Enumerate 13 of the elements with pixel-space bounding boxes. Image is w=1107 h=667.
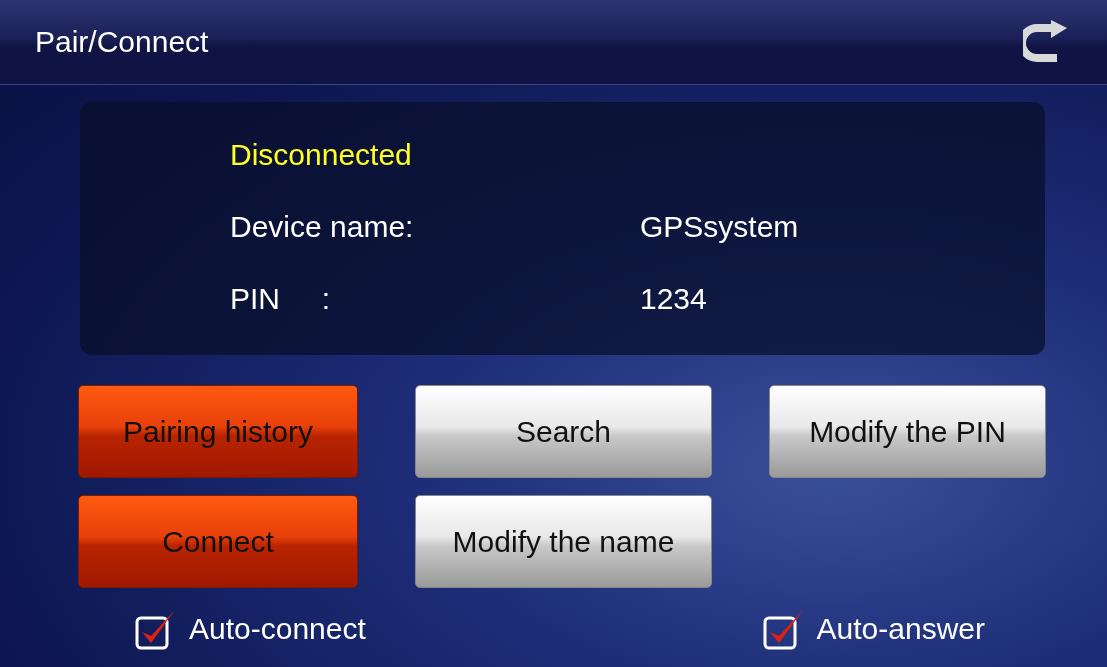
info-label: Device name: [230,210,415,244]
return-arrow-icon [1023,20,1067,64]
action-button[interactable]: Modify the name [415,495,712,588]
option-label: Auto-connect [189,612,366,646]
option-label: Auto-answer [816,612,985,646]
action-button[interactable]: Search [415,385,712,478]
info-value: GPSsystem [640,210,800,244]
info-value: 1234 [640,282,708,316]
action-button[interactable]: Modify the PIN [769,385,1046,478]
screen-title: Pair/Connect [35,25,209,59]
connection-status: Disconnected [230,138,413,172]
info-label: PIN : [230,282,332,316]
back-button[interactable] [1023,20,1067,64]
